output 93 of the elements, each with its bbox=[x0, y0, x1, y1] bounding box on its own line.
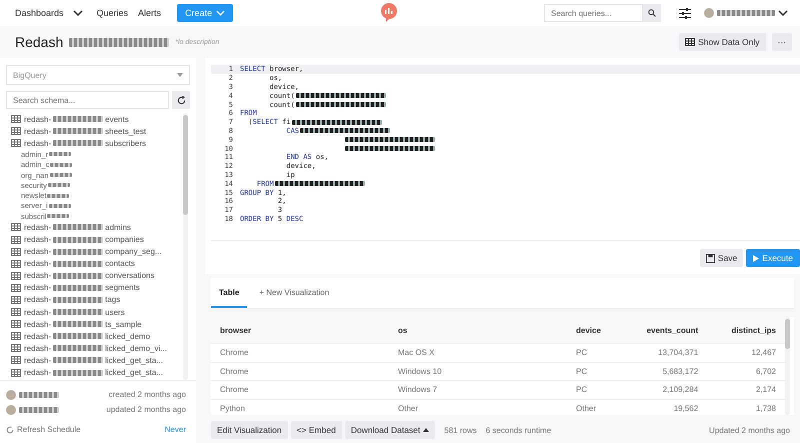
results-tab[interactable]: + New Visualization bbox=[251, 278, 338, 308]
schema-table-item[interactable]: redash- sheets_test bbox=[11, 125, 179, 138]
table-icon bbox=[11, 223, 21, 232]
refresh-button[interactable] bbox=[172, 91, 190, 109]
column-header[interactable]: device bbox=[567, 317, 620, 344]
table-cell: Chrome bbox=[211, 380, 389, 399]
runtime: 6 seconds runtime bbox=[486, 426, 552, 434]
schema-table-item[interactable]: redash- company_seg... bbox=[11, 246, 179, 258]
table-cell: Mac OS X bbox=[389, 344, 567, 362]
refresh-schedule-label: Refresh Schedule bbox=[17, 425, 81, 434]
table-cell: Chrome bbox=[211, 362, 389, 380]
table-cell: Windows 10 bbox=[389, 362, 567, 380]
table-cell: Windows 7 bbox=[389, 380, 567, 399]
updated-time: updated 2 months ago bbox=[106, 405, 186, 414]
table-icon bbox=[11, 332, 21, 340]
schema-table-item[interactable]: redash- tags bbox=[11, 294, 179, 306]
results-tab[interactable]: Table bbox=[211, 278, 248, 308]
nav-link[interactable]: Dashboards bbox=[15, 8, 87, 18]
table-icon bbox=[11, 248, 21, 256]
schema-table-item[interactable]: redash- admins bbox=[11, 221, 179, 234]
table-icon bbox=[11, 127, 21, 136]
table-icon bbox=[11, 296, 21, 304]
column-header[interactable]: events_count bbox=[620, 317, 708, 344]
table-cell: PC bbox=[567, 344, 620, 362]
column-header[interactable]: browser bbox=[211, 317, 389, 344]
chevron-down-icon bbox=[216, 10, 226, 16]
table-icon bbox=[11, 260, 21, 268]
scrollbar[interactable] bbox=[785, 317, 790, 415]
schema-table-item[interactable]: redash- segments bbox=[11, 282, 179, 294]
schema-table-item[interactable]: redash- ts_sample bbox=[11, 318, 179, 330]
created-time: created 2 months ago bbox=[108, 390, 186, 399]
refresh-icon bbox=[176, 96, 186, 104]
table-icon bbox=[11, 344, 21, 352]
table-cell: PC bbox=[567, 362, 620, 380]
save-button[interactable]: Save bbox=[700, 249, 744, 267]
redacted-user-name bbox=[717, 10, 776, 16]
table-icon bbox=[11, 272, 21, 280]
column-header[interactable]: os bbox=[389, 317, 567, 344]
table-cell: 19,562 bbox=[620, 399, 708, 417]
schema-table-item[interactable]: redash- contacts bbox=[11, 258, 179, 270]
row-count: 581 rows bbox=[444, 426, 477, 434]
search-queries-field[interactable]: Search queries... bbox=[544, 4, 644, 22]
table-cell: Chrome bbox=[211, 344, 389, 362]
redacted-user-name bbox=[19, 392, 59, 398]
table-icon bbox=[685, 38, 696, 46]
scrollbar[interactable] bbox=[183, 113, 188, 380]
show-data-only-button[interactable]: Show Data Only bbox=[679, 33, 766, 51]
search-button[interactable] bbox=[643, 4, 662, 22]
query-title: Redash bbox=[15, 34, 64, 50]
schema-table-item[interactable]: redash- subscribers bbox=[11, 137, 179, 150]
search-icon bbox=[648, 9, 656, 17]
embed-button[interactable]: <> Embed bbox=[290, 421, 342, 439]
edit-visualization-button[interactable]: Edit Visualization bbox=[211, 421, 288, 439]
table-cell: PC bbox=[567, 380, 620, 399]
avatar-icon[interactable] bbox=[704, 8, 714, 18]
caret-icon bbox=[177, 73, 183, 77]
table-cell: 5,683,172 bbox=[620, 362, 708, 380]
schema-table-item[interactable]: redash- licked_demo_vi... bbox=[11, 342, 179, 354]
table-icon bbox=[11, 284, 21, 292]
table-cell: 13,704,371 bbox=[620, 344, 708, 362]
table-cell: Other bbox=[389, 399, 567, 417]
chevron-down-icon[interactable] bbox=[778, 10, 788, 16]
schema-table-item[interactable]: redash- companies bbox=[11, 233, 179, 246]
settings-icon[interactable] bbox=[679, 8, 692, 18]
play-icon bbox=[753, 254, 760, 262]
schema-table-item[interactable]: redash- licked_get_sta... bbox=[11, 366, 179, 379]
table-icon bbox=[11, 236, 21, 244]
table-icon bbox=[11, 320, 21, 328]
logo-icon[interactable] bbox=[380, 3, 398, 23]
schema-table-item[interactable]: redash- conversations bbox=[11, 270, 179, 282]
table-cell: Other bbox=[567, 399, 620, 417]
schema-table-item[interactable]: redash- users bbox=[11, 306, 179, 318]
search-schema-field[interactable]: Search schema... bbox=[6, 91, 169, 109]
schema-table-item[interactable]: redash- events bbox=[11, 113, 179, 126]
download-dataset-button[interactable]: Download Dataset bbox=[344, 421, 436, 439]
column-header[interactable]: distinct_ips bbox=[707, 317, 785, 344]
table-icon bbox=[11, 139, 21, 148]
table-cell: Python bbox=[211, 399, 389, 417]
table-icon bbox=[11, 308, 21, 316]
schema-table-item[interactable]: redash- licked_demo bbox=[11, 330, 179, 342]
schema-table-item[interactable]: redash- licked_get_sta... bbox=[11, 354, 179, 366]
chevron-down-icon bbox=[72, 10, 83, 16]
table-icon bbox=[11, 356, 21, 364]
table-cell: 2,109,284 bbox=[620, 380, 708, 399]
caret-icon bbox=[423, 428, 430, 432]
updated-time: Updated 2 months ago bbox=[709, 426, 790, 434]
nav-link[interactable]: Queries bbox=[96, 8, 128, 18]
refresh-icon bbox=[6, 426, 14, 434]
table-icon bbox=[11, 115, 21, 124]
redacted-user-name bbox=[19, 406, 59, 412]
table-icon bbox=[11, 368, 21, 377]
more-button[interactable]: ··· bbox=[772, 33, 792, 51]
nav-link[interactable]: Alerts bbox=[138, 8, 162, 18]
